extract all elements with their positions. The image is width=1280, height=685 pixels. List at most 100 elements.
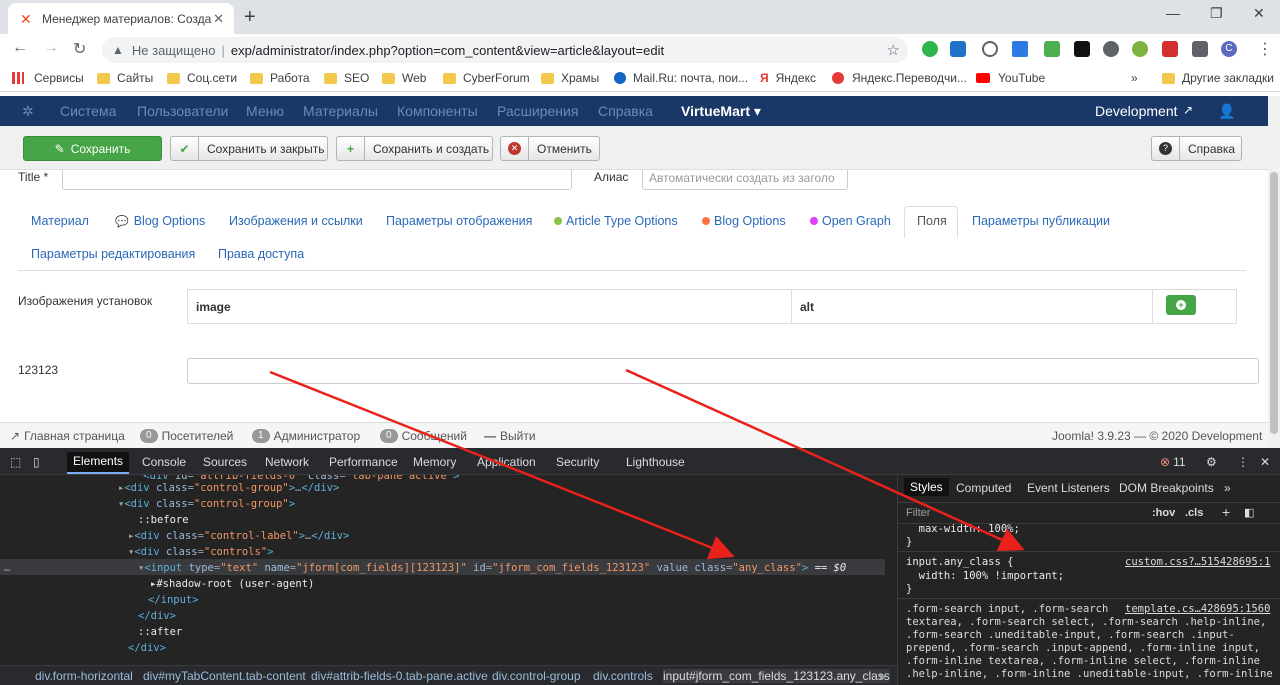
tab-styles[interactable]: Styles: [904, 478, 949, 496]
tab-performance[interactable]: Performance: [329, 455, 398, 469]
crumbs-scroll-icon[interactable]: ▸: [880, 669, 886, 683]
css-prop[interactable]: max-width: 100%;: [906, 523, 1020, 536]
menu-extensions[interactable]: Расширения: [497, 103, 578, 119]
filter-input[interactable]: Filter: [906, 507, 930, 519]
devtools-close-icon[interactable]: ✕: [1260, 455, 1270, 469]
bookmark-item[interactable]: Web: [382, 71, 426, 85]
dom-line[interactable]: ::after: [138, 625, 182, 639]
dom-line[interactable]: ▾<div class="control-group">: [118, 497, 295, 511]
tab-blog-options-1[interactable]: 💬 Blog Options: [115, 214, 205, 228]
bookmark-item[interactable]: SEO: [324, 71, 369, 85]
dom-line[interactable]: ▾<div class="controls">: [128, 545, 273, 559]
bookmark-item[interactable]: CyberForum: [443, 71, 530, 85]
bookmark-item[interactable]: Сайты: [97, 71, 153, 85]
tab-security[interactable]: Security: [556, 455, 599, 469]
dom-line[interactable]: ▸<div class="control-group">…</div>: [118, 481, 339, 495]
crumb[interactable]: div.form-horizontal: [35, 669, 133, 683]
tab-close-icon[interactable]: ✕: [213, 11, 224, 27]
tab-memory[interactable]: Memory: [413, 455, 456, 469]
page-scrollbar-thumb[interactable]: [1270, 172, 1278, 434]
cls-toggle[interactable]: .cls: [1185, 507, 1203, 519]
dom-line-selected[interactable]: ▾<input type="text" name="jform[com_fiel…: [138, 561, 846, 575]
tab-open-graph[interactable]: Open Graph: [810, 214, 891, 228]
menu-virtuemart[interactable]: VirtueMart ▾: [681, 103, 761, 120]
bookmark-item[interactable]: Яндекс.Переводчи...: [832, 71, 967, 85]
bookmark-item[interactable]: Работа: [250, 71, 310, 85]
dom-line[interactable]: </div>: [128, 641, 166, 655]
css-prop[interactable]: width: 100% !important;: [906, 570, 1064, 583]
extension-send-icon[interactable]: [1012, 41, 1028, 57]
menu-components[interactable]: Компоненты: [397, 103, 478, 119]
extension-green-icon[interactable]: [922, 41, 938, 57]
more-tabs[interactable]: »: [1224, 481, 1231, 495]
user-menu-icon[interactable]: 👤: [1218, 103, 1235, 120]
crumb-selected[interactable]: input#jform_com_fields_123123.any_class: [663, 669, 890, 683]
tab-event-listeners[interactable]: Event Listeners: [1027, 481, 1110, 495]
tab-publishing[interactable]: Параметры публикации: [972, 214, 1110, 228]
tab-application[interactable]: Application: [477, 455, 536, 469]
menu-menus[interactable]: Меню: [246, 103, 284, 119]
logout-link[interactable]: — Выйти: [484, 429, 536, 443]
devtools-settings-icon[interactable]: ⚙: [1206, 455, 1217, 469]
crumb[interactable]: div.control-group: [492, 669, 581, 683]
bookmark-item[interactable]: Я Яндекс: [760, 71, 816, 85]
dom-line[interactable]: </div>: [138, 609, 176, 623]
devtools-menu-icon[interactable]: ⋮: [1237, 455, 1249, 469]
tab-display-options[interactable]: Параметры отображения: [386, 214, 532, 228]
css-source-link[interactable]: custom.css?…515428695:1: [1125, 556, 1270, 569]
tab-computed[interactable]: Computed: [956, 481, 1011, 495]
extension-check-icon[interactable]: [982, 41, 998, 57]
tab-images-links[interactable]: Изображения и ссылки: [229, 214, 363, 228]
dom-line[interactable]: ▸<div class="control-label">…</div>: [128, 529, 349, 543]
tab-fields[interactable]: Поля: [917, 214, 947, 228]
address-bar[interactable]: ▲ Не защищено | exp/administrator/index.…: [102, 37, 908, 63]
extension-s-icon[interactable]: [1162, 41, 1178, 57]
extension-off-icon[interactable]: [1044, 41, 1060, 57]
forward-icon[interactable]: →: [43, 39, 59, 57]
menu-content[interactable]: Материалы: [303, 103, 378, 119]
tab-material[interactable]: Материал: [31, 214, 89, 228]
home-link[interactable]: ↗ Главная страница: [10, 429, 125, 443]
crumb[interactable]: div#attrib-fields-0.tab-pane.active: [311, 669, 488, 683]
close-window-icon[interactable]: ✕: [1253, 5, 1265, 22]
extension-gear-icon[interactable]: [1103, 41, 1119, 57]
bookmark-star-icon[interactable]: ☆: [887, 41, 900, 59]
add-rule-icon[interactable]: +: [1222, 504, 1230, 520]
menu-system[interactable]: Система: [60, 103, 116, 119]
new-tab-button[interactable]: +: [244, 6, 256, 29]
error-indicator[interactable]: ⊗ 11: [1160, 455, 1186, 469]
restore-icon[interactable]: ❐: [1210, 5, 1223, 22]
bookmark-item[interactable]: Храмы: [541, 71, 599, 85]
minimize-icon[interactable]: —: [1166, 5, 1180, 21]
field-123123-input[interactable]: [187, 358, 1259, 384]
extension-jb-icon[interactable]: [1074, 41, 1090, 57]
crumb[interactable]: div.controls: [593, 669, 653, 683]
tab-lighthouse[interactable]: Lighthouse: [626, 455, 685, 469]
save-new-button[interactable]: + Сохранить и создать: [336, 136, 493, 161]
menu-users[interactable]: Пользователи: [137, 103, 228, 119]
bookmarks-more[interactable]: »: [1131, 71, 1138, 85]
dom-line[interactable]: ▸#shadow-root (user-agent): [150, 577, 314, 591]
extension-new-icon[interactable]: [950, 41, 966, 57]
profile-avatar[interactable]: C: [1221, 41, 1237, 57]
messages-status[interactable]: 0 Сообщений: [380, 429, 467, 443]
menu-help[interactable]: Справка: [598, 103, 653, 119]
hov-toggle[interactable]: :hov: [1152, 507, 1175, 519]
bookmark-other[interactable]: Другие закладки: [1162, 71, 1274, 85]
tab-article-type-options[interactable]: Article Type Options: [554, 214, 678, 228]
bookmark-item[interactable]: YouTube: [976, 71, 1045, 85]
joomla-logo-icon[interactable]: ✲: [22, 103, 34, 120]
save-close-button[interactable]: ✔ Сохранить и закрыть: [170, 136, 328, 161]
tab-permissions[interactable]: Права доступа: [218, 247, 304, 261]
dom-line[interactable]: ::before: [138, 513, 189, 527]
alias-input[interactable]: Автоматически создать из заголо: [642, 170, 848, 190]
cancel-button[interactable]: ✕ Отменить: [500, 136, 600, 161]
tab-dom-breakpoints[interactable]: DOM Breakpoints: [1119, 481, 1214, 495]
tab-console[interactable]: Console: [142, 455, 186, 469]
tab-network[interactable]: Network: [265, 455, 309, 469]
tab-editing-options[interactable]: Параметры редактирования: [31, 247, 195, 261]
bookmark-item[interactable]: Соц.сети: [167, 71, 237, 85]
help-button[interactable]: ? Справка: [1151, 136, 1242, 161]
inspect-element-icon[interactable]: ⬚: [10, 455, 21, 469]
tab-sources[interactable]: Sources: [203, 455, 247, 469]
